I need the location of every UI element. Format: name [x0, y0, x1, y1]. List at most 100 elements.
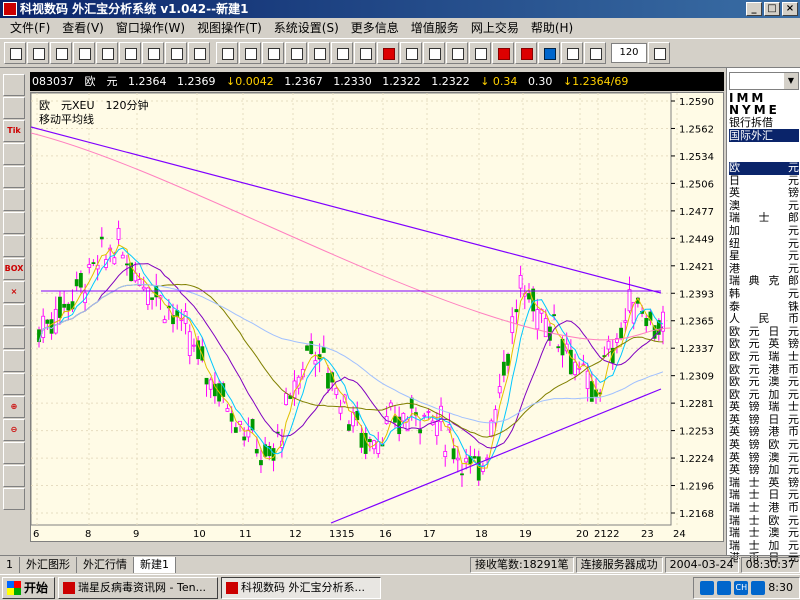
currency-item[interactable]: 英镑澳元 — [729, 452, 799, 465]
list-icon[interactable] — [165, 42, 187, 64]
close-button[interactable]: × — [782, 2, 798, 16]
currency-item[interactable]: 港 元 — [729, 263, 799, 276]
frame-icon[interactable] — [538, 42, 560, 64]
currency-item[interactable]: 英镑欧元 — [729, 439, 799, 452]
chart-canvas[interactable]: 1.2590 1.2562 1.2534 1.2506 1.2477 1.2449 1.24… — [30, 92, 723, 541]
currency-item[interactable]: 欧元港币 — [729, 364, 799, 377]
trend-tool-icon[interactable] — [3, 143, 25, 165]
delete-tool-icon[interactable]: × — [3, 281, 25, 303]
currency-item[interactable]: 英镑加元 — [729, 464, 799, 477]
tab-forex-quotes[interactable]: 外汇行情 — [77, 556, 134, 573]
properties-icon[interactable] — [188, 42, 210, 64]
indicator-icon[interactable] — [377, 42, 399, 64]
currency-item[interactable]: 瑞士澳元 — [729, 527, 799, 540]
parallel-tool-icon[interactable] — [3, 166, 25, 188]
save-icon[interactable] — [50, 42, 72, 64]
doc-icon[interactable] — [119, 42, 141, 64]
menu-settings[interactable]: 系统设置(S) — [268, 18, 345, 38]
delete-icon[interactable] — [142, 42, 164, 64]
channel-tool-icon[interactable] — [3, 235, 25, 257]
maximize-button[interactable]: □ — [764, 2, 780, 16]
zoom-in-tool-icon[interactable]: ⊕ — [3, 396, 25, 418]
fib-tool-icon[interactable] — [3, 212, 25, 234]
layout-icon[interactable] — [239, 42, 261, 64]
table-icon[interactable] — [648, 42, 670, 64]
currency-item[interactable]: 英镑日元 — [729, 414, 799, 427]
currency-item[interactable]: 瑞士港币 — [729, 502, 799, 515]
box-tool-icon[interactable]: BOX — [3, 258, 25, 280]
imm-nyme-label[interactable]: IMM NYME — [729, 92, 799, 116]
window-icon[interactable] — [96, 42, 118, 64]
currency-item[interactable]: 瑞 士 郎 — [729, 212, 799, 225]
arrow-down-icon[interactable] — [515, 42, 537, 64]
currency-item[interactable]: 欧元澳元 — [729, 376, 799, 389]
currency-item[interactable]: 欧元日元 — [729, 326, 799, 339]
currency-item[interactable]: 韩 元 — [729, 288, 799, 301]
menu-file[interactable]: 文件(F) — [4, 18, 56, 38]
tab-intl-forex[interactable]: 国际外汇 — [729, 129, 799, 142]
ray-tool-icon[interactable] — [3, 189, 25, 211]
info-icon[interactable] — [446, 42, 468, 64]
menu-window[interactable]: 窗口操作(W) — [110, 18, 191, 38]
multi-chart-icon[interactable] — [308, 42, 330, 64]
zoom-out-tool-icon[interactable]: ⊖ — [3, 419, 25, 441]
currency-item[interactable]: 欧元瑞士 — [729, 351, 799, 364]
currency-item[interactable]: 瑞士欧元 — [729, 515, 799, 528]
tab-forex-chart[interactable]: 外汇图形 — [20, 556, 77, 573]
new-icon[interactable] — [4, 42, 26, 64]
currency-item[interactable]: 英镑瑞士 — [729, 401, 799, 414]
market-select[interactable] — [729, 72, 799, 90]
book-icon[interactable] — [354, 42, 376, 64]
eraser-tool-icon[interactable] — [3, 304, 25, 326]
tray-volume-icon[interactable] — [751, 580, 766, 595]
minimize-button[interactable]: _ — [746, 2, 762, 16]
zoom-level[interactable]: 120 — [611, 43, 647, 63]
print-icon[interactable] — [73, 42, 95, 64]
panel-icon[interactable] — [262, 42, 284, 64]
menu-online-trade[interactable]: 网上交易 — [465, 18, 525, 38]
currency-item[interactable]: 瑞士加元 — [729, 540, 799, 553]
arrow-up-icon[interactable] — [492, 42, 514, 64]
currency-item[interactable]: 欧元英镑 — [729, 338, 799, 351]
clock-icon[interactable] — [423, 42, 445, 64]
tray-ime-icon[interactable]: CH — [734, 580, 749, 595]
currency-item[interactable]: 加 元 — [729, 225, 799, 238]
arrow-tool-icon[interactable] — [3, 74, 25, 96]
currency-item[interactable]: 人民币 — [729, 313, 799, 326]
currency-item[interactable]: 瑞典克郎 — [729, 275, 799, 288]
text-tool-icon[interactable] — [3, 327, 25, 349]
currency-item[interactable]: 泰 铢 — [729, 301, 799, 314]
cross-tool-icon[interactable] — [3, 442, 25, 464]
tray-app-icon[interactable] — [700, 580, 715, 595]
tab-1[interactable]: 1 — [0, 556, 20, 573]
hand-icon[interactable] — [469, 42, 491, 64]
export-icon[interactable] — [400, 42, 422, 64]
gann-tool-icon[interactable] — [3, 488, 25, 510]
task-rising[interactable]: 瑞星反病毒资讯网 - Ten... — [58, 576, 219, 599]
task-forex[interactable]: 科视数码 外汇宝分析系... — [221, 576, 382, 599]
menu-value-added[interactable]: 增值服务 — [405, 18, 465, 38]
open-icon[interactable] — [27, 42, 49, 64]
tik-tool-icon[interactable]: Tik — [3, 120, 25, 142]
menu-more-info[interactable]: 更多信息 — [345, 18, 405, 38]
speed-tool-icon[interactable] — [3, 373, 25, 395]
currency-item[interactable]: 星 元 — [729, 250, 799, 263]
start-button[interactable]: 开始 — [2, 576, 56, 599]
price-chart[interactable]: 1.2590 1.2562 1.2534 1.2506 1.2477 1.2449 1.24… — [30, 92, 724, 542]
currency-item[interactable]: 纽 元 — [729, 238, 799, 251]
tray-net-icon[interactable] — [717, 580, 732, 595]
currency-item[interactable]: 欧元加元 — [729, 389, 799, 402]
menu-view[interactable]: 查看(V) — [56, 18, 110, 38]
menu-view-ops[interactable]: 视图操作(T) — [191, 18, 268, 38]
currency-item[interactable]: 英 镑 — [729, 187, 799, 200]
window-list-icon[interactable] — [285, 42, 307, 64]
currency-item[interactable]: 澳 元 — [729, 200, 799, 213]
bar-tool-icon[interactable] — [3, 465, 25, 487]
tab-bank-lending[interactable]: 银行拆借 — [729, 116, 799, 129]
currency-item[interactable]: 瑞士日元 — [729, 489, 799, 502]
line-tool-icon[interactable] — [3, 97, 25, 119]
currency-item[interactable]: 瑞士英镑 — [729, 477, 799, 490]
menu-help[interactable]: 帮助(H) — [525, 18, 579, 38]
grid-icon[interactable] — [216, 42, 238, 64]
currency-item[interactable]: 英镑港币 — [729, 426, 799, 439]
